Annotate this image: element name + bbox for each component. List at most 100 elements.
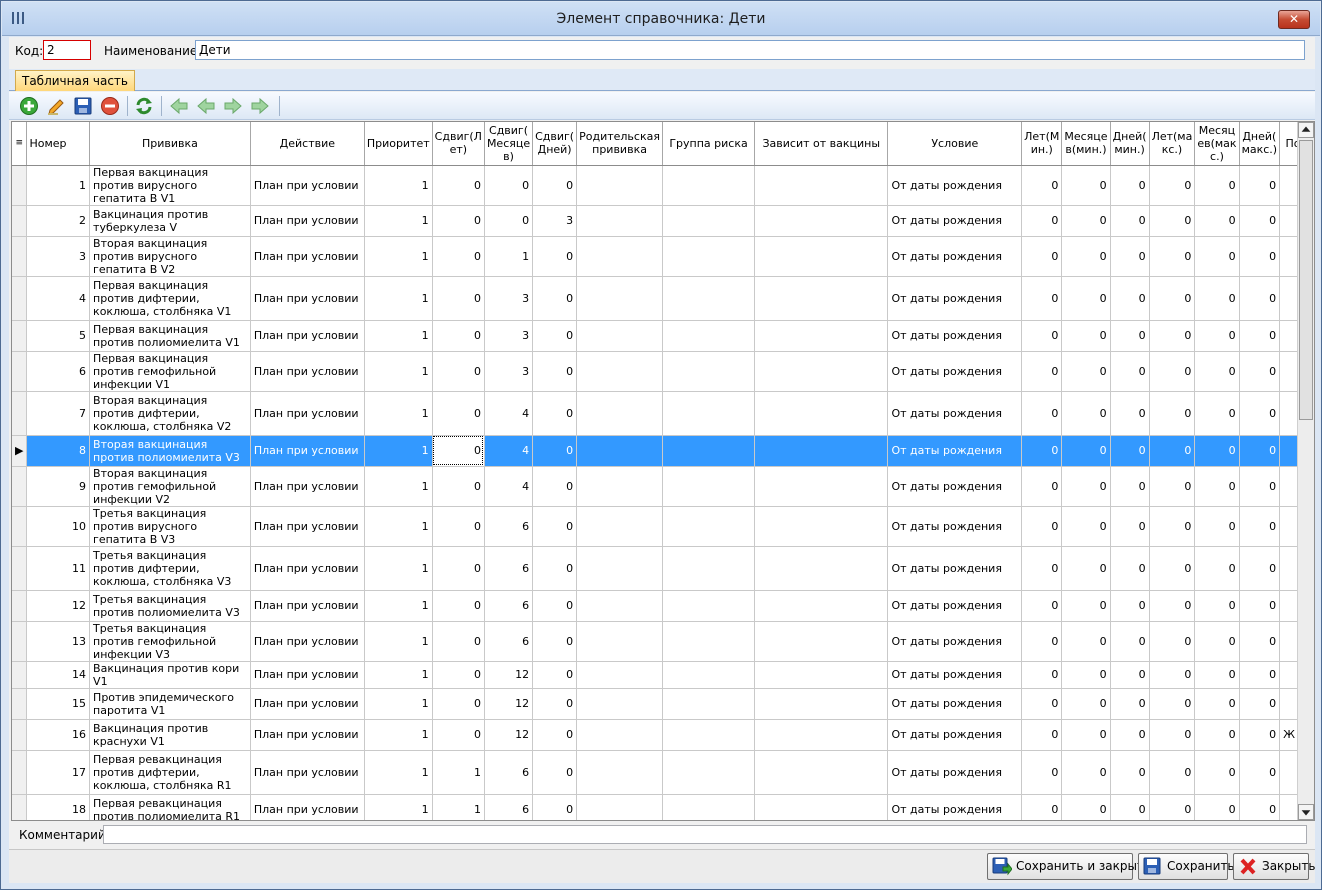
add-icon[interactable] [19,96,39,116]
grid-cell[interactable]: 0 [1110,236,1150,277]
grid-cell[interactable]: 0 [1194,719,1240,751]
grid-cell[interactable]: 0 [1021,750,1063,795]
row-indicator[interactable]: ▶ [12,435,28,467]
row-indicator[interactable] [12,719,28,751]
save-icon[interactable] [73,96,93,116]
save-button[interactable]: Сохранить [1138,853,1235,880]
grid-cell[interactable]: 1 [364,794,433,820]
grid-cell[interactable]: 2 [26,205,91,237]
grid-cell[interactable]: План при условии [250,590,365,622]
grid-cell[interactable]: От даты рождения [887,320,1023,352]
grid-cell[interactable]: 0 [1110,719,1150,751]
grid-cell[interactable] [576,351,663,392]
grid-cell[interactable] [662,351,756,392]
grid-cell[interactable]: 0 [432,236,485,277]
grid-cell[interactable]: Первая вакцинация против полиомиелита V1 [89,320,251,352]
table-row[interactable]: 5 Первая вакцинация против полиомиелита V… [12,320,1314,352]
grid-cell[interactable] [754,506,889,547]
grid-cell[interactable]: 0 [1194,236,1240,277]
table-row[interactable]: 17 Первая ревакцинация против дифтерии, к… [12,750,1314,795]
grid-cell[interactable]: 0 [1149,351,1196,392]
grid-cell[interactable]: 0 [1021,794,1063,820]
column-header[interactable]: Месяц ев(мак с.) [1194,122,1240,166]
grid-cell[interactable] [576,320,663,352]
grid-cell[interactable] [754,320,889,352]
grid-cell[interactable]: План при условии [250,621,365,662]
grid-cell[interactable] [662,719,756,751]
table-row[interactable]: 3 Вторая вакцинация против вирусного гепа… [12,236,1314,277]
grid-cell[interactable]: 0 [1239,688,1281,720]
grid-cell[interactable]: 0 [532,320,578,352]
name-field[interactable]: Дети [195,40,1305,60]
first-icon[interactable] [169,96,189,116]
grid-cell[interactable]: 0 [1194,688,1240,720]
grid-cell[interactable] [754,750,889,795]
grid-cell[interactable]: 10 [26,506,91,547]
grid-cell[interactable]: Вакцинация против туберкулеза V [89,205,251,237]
grid-cell[interactable]: 6 [484,750,534,795]
grid-cell[interactable]: 1 [364,276,433,321]
grid-cell[interactable]: План при условии [250,236,365,277]
scroll-down-icon[interactable] [1298,804,1314,820]
grid-cell[interactable]: 0 [1061,688,1111,720]
grid-cell[interactable]: 0 [1194,794,1240,820]
grid-cell[interactable]: От даты рождения [887,236,1023,277]
grid-cell[interactable]: Третья вакцинация против гемофильной инф… [89,621,251,662]
grid-cell[interactable]: 0 [1061,750,1111,795]
grid-cell[interactable]: От даты рождения [887,466,1023,507]
grid-cell[interactable]: 0 [1239,661,1281,689]
grid-cell[interactable]: 0 [1021,435,1063,467]
grid-cell[interactable]: Первая вакцинация против вирусного гепат… [89,165,251,206]
grid-cell[interactable]: 0 [1194,391,1240,436]
grid-cell[interactable]: Третья вакцинация против дифтерии, коклю… [89,546,251,591]
grid-cell[interactable]: От даты рождения [887,719,1023,751]
grid-cell[interactable]: 0 [1110,590,1150,622]
grid-cell[interactable]: 1 [364,320,433,352]
grid-cell[interactable]: Вторая вакцинация против гемофильной инф… [89,466,251,507]
grid-cell[interactable]: От даты рождения [887,435,1023,467]
edit-icon[interactable] [46,96,66,116]
grid-cell[interactable]: 0 [1149,466,1196,507]
grid-cell[interactable]: 6 [484,621,534,662]
grid-cell[interactable]: 0 [532,435,578,467]
grid-cell[interactable] [754,391,889,436]
grid-cell[interactable]: 0 [532,750,578,795]
grid-cell[interactable]: 1 [364,391,433,436]
grid-cell[interactable]: 0 [532,688,578,720]
grid-cell[interactable]: 0 [432,276,485,321]
grid-cell[interactable]: От даты рождения [887,351,1023,392]
column-header[interactable]: Номер [26,122,91,166]
grid-cell[interactable]: 0 [1149,688,1196,720]
delete-icon[interactable] [100,96,120,116]
grid-cell[interactable]: 0 [1194,750,1240,795]
grid-cell[interactable]: 1 [364,205,433,237]
refresh-icon[interactable] [134,96,154,116]
table-row[interactable]: 11 Третья вакцинация против дифтерии, кок… [12,546,1314,591]
grid-cell[interactable]: 0 [1061,621,1111,662]
grid-cell[interactable]: 0 [1239,794,1281,820]
grid-cell[interactable]: 0 [1061,391,1111,436]
column-header[interactable]: Дней( макс.) [1239,122,1281,166]
grid-cell[interactable]: 11 [26,546,91,591]
grid-cell[interactable] [576,165,663,206]
grid-cell[interactable]: Первая вакцинация против дифтерии, коклю… [89,276,251,321]
grid-cell[interactable]: 0 [1110,351,1150,392]
grid-cell[interactable]: 0 [432,466,485,507]
row-indicator[interactable] [12,688,28,720]
last-icon[interactable] [250,96,270,116]
grid-cell[interactable]: 0 [1021,391,1063,436]
grid-cell[interactable]: Вакцинация против кори V1 [89,661,251,689]
grid-cell[interactable] [576,205,663,237]
grid-cell[interactable]: 0 [1110,205,1150,237]
grid-cell[interactable] [754,165,889,206]
grid-cell[interactable]: 0 [1061,320,1111,352]
grid-cell[interactable]: План при условии [250,351,365,392]
grid-cell[interactable]: 0 [1021,466,1063,507]
grid-cell[interactable]: От даты рождения [887,688,1023,720]
grid-cell[interactable]: 0 [1149,590,1196,622]
grid-cell[interactable]: 0 [432,435,485,467]
grid-cell[interactable]: 0 [432,391,485,436]
grid-cell[interactable]: 12 [26,590,91,622]
next-icon[interactable] [223,96,243,116]
row-indicator[interactable] [12,546,28,591]
